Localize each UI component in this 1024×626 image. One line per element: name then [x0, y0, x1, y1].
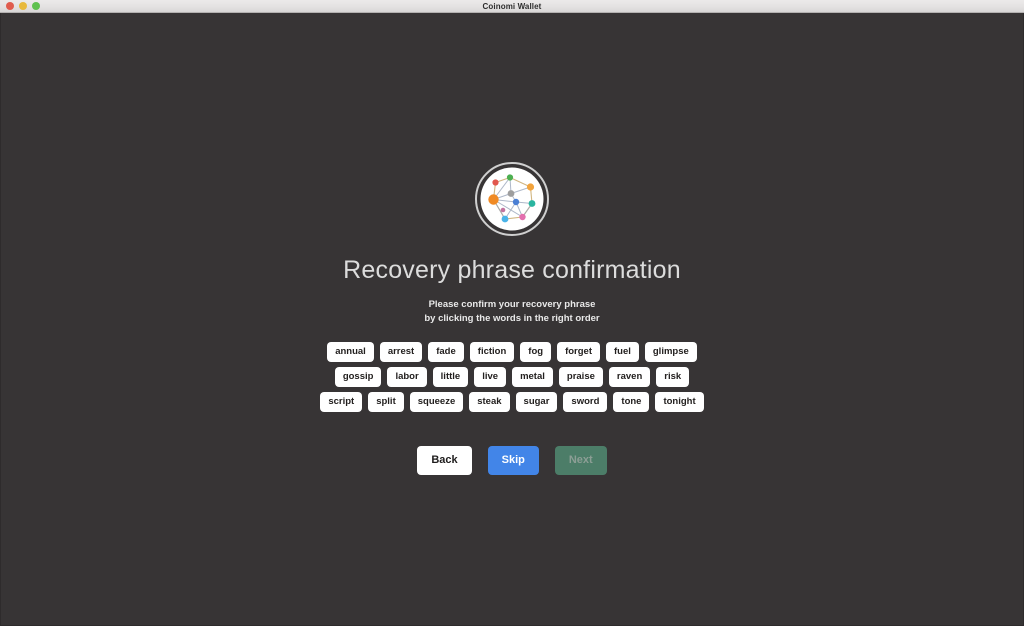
word-chip[interactable]: glimpse: [644, 342, 697, 362]
word-chip[interactable]: sugar: [515, 392, 558, 412]
word-chip[interactable]: gossip: [334, 367, 382, 387]
word-chip[interactable]: fuel: [605, 342, 639, 362]
word-chip[interactable]: forget: [557, 342, 600, 362]
app-window: Coinomi Wallet Recovery phrase confirmat…: [0, 0, 1024, 626]
word-chip[interactable]: praise: [558, 367, 603, 387]
word-chip[interactable]: labor: [387, 367, 427, 387]
window-titlebar: Coinomi Wallet: [0, 0, 1024, 13]
word-chip[interactable]: fog: [520, 342, 552, 362]
next-button: Next: [554, 446, 607, 475]
action-buttons: Back Skip Next: [417, 446, 607, 475]
word-chip[interactable]: annual: [327, 342, 374, 362]
skip-button[interactable]: Skip: [487, 446, 539, 475]
maximize-button[interactable]: [32, 2, 40, 10]
window-title: Coinomi Wallet: [482, 1, 542, 11]
word-chip[interactable]: fiction: [469, 342, 515, 362]
window-controls: [6, 2, 40, 10]
word-chip[interactable]: arrest: [379, 342, 423, 362]
main-content: Recovery phrase confirmation Please conf…: [0, 13, 1024, 626]
coinomi-logo-icon: [475, 162, 549, 236]
word-chip[interactable]: tone: [613, 392, 650, 412]
page-title: Recovery phrase confirmation: [343, 256, 681, 284]
word-row-3: script split squeeze steak sugar sword t…: [320, 392, 704, 412]
subtitle-line-1: Please confirm your recovery phrase: [428, 299, 596, 310]
page-subtitle: Please confirm your recovery phrase by c…: [424, 298, 599, 326]
word-chip[interactable]: raven: [608, 367, 651, 387]
recovery-word-grid: annual arrest fade fiction fog forget fu…: [320, 342, 704, 412]
word-chip[interactable]: metal: [512, 367, 553, 387]
back-button[interactable]: Back: [417, 446, 472, 475]
word-chip[interactable]: script: [320, 392, 363, 412]
word-chip[interactable]: risk: [656, 367, 690, 387]
word-chip[interactable]: sword: [563, 392, 608, 412]
subtitle-line-2: by clicking the words in the right order: [424, 313, 600, 324]
close-button[interactable]: [6, 2, 14, 10]
word-chip[interactable]: fade: [428, 342, 464, 362]
word-chip[interactable]: little: [432, 367, 469, 387]
word-chip[interactable]: steak: [469, 392, 510, 412]
word-chip[interactable]: split: [368, 392, 404, 412]
word-chip[interactable]: squeeze: [409, 392, 464, 412]
word-row-1: annual arrest fade fiction fog forget fu…: [327, 342, 697, 362]
word-chip[interactable]: live: [474, 367, 507, 387]
minimize-button[interactable]: [19, 2, 27, 10]
word-chip[interactable]: tonight: [655, 392, 704, 412]
word-row-2: gossip labor little live metal praise ra…: [334, 367, 690, 387]
